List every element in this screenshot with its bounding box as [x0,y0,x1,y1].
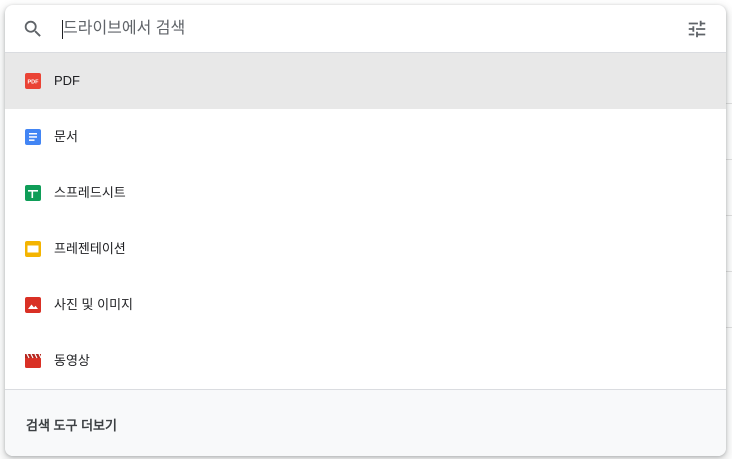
slides-icon [25,241,41,257]
video-icon [25,353,42,369]
more-search-tools-button[interactable]: 검색 도구 더보기 [5,389,726,456]
file-type-item-sheets[interactable]: 스프레드시트 [5,165,726,221]
sheets-icon [25,185,41,201]
file-type-label: 동영상 [54,353,90,368]
search-dropdown-panel: PDF PDF 문서 [5,5,726,456]
file-type-label: 프레젠테이션 [54,241,126,256]
file-type-label: PDF [54,73,80,88]
file-type-item-slides[interactable]: 프레젠테이션 [5,221,726,277]
file-type-item-docs[interactable]: 문서 [5,109,726,165]
file-type-label: 스프레드시트 [54,185,126,200]
search-icon[interactable] [22,18,44,40]
file-type-label: 문서 [54,129,78,144]
file-type-item-videos[interactable]: 동영상 [5,333,726,389]
search-input[interactable] [63,15,663,43]
file-type-list: PDF PDF 문서 스프레드시트 프레젠테이션 사진 및 이미지 동영상 [5,53,726,389]
file-type-label: 사진 및 이미지 [54,297,133,312]
docs-icon [25,129,41,145]
search-bar [5,5,726,53]
image-icon [25,297,41,313]
svg-text:PDF: PDF [28,80,40,86]
pdf-icon: PDF [25,73,41,89]
more-search-tools-label: 검색 도구 더보기 [26,418,117,433]
search-options-icon[interactable] [686,18,708,40]
file-type-item-images[interactable]: 사진 및 이미지 [5,277,726,333]
file-type-item-pdf[interactable]: PDF PDF [5,53,726,109]
